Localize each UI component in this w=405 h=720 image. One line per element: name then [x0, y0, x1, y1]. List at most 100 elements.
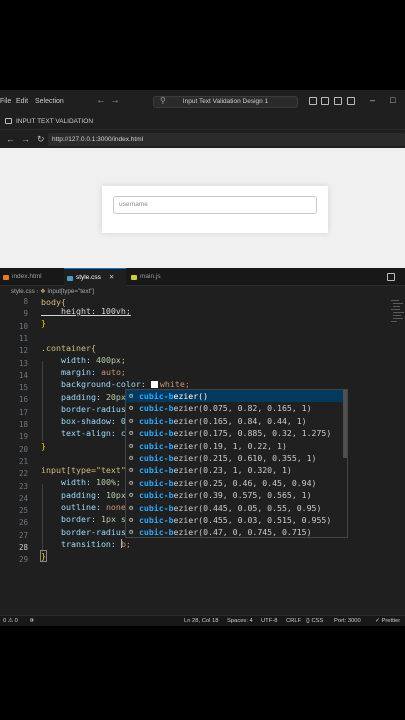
code-value: 1px s: [100, 514, 126, 524]
code-property: padding:: [41, 392, 106, 402]
code-property: text-align: c: [41, 428, 126, 438]
url-field[interactable]: http://127.0.0.1:3000/index.html: [48, 133, 405, 146]
line-number: 23: [18, 481, 28, 491]
suggestion-text: ezier(0.39, 0.575, 0.565, 1): [173, 490, 312, 501]
toggle-secondary-sidebar-icon[interactable]: [334, 97, 342, 105]
line-number: 10: [18, 321, 28, 331]
line-number: 15: [18, 383, 28, 393]
suggestion-item[interactable]: ⚙ cubic-bezier(0.19, 1, 0.22, 1): [126, 440, 347, 452]
line-number: 12: [18, 346, 28, 356]
minimize-icon[interactable]: –: [370, 95, 375, 105]
line-ending[interactable]: CRLF: [286, 616, 301, 626]
search-icon: ⚲: [160, 96, 166, 105]
suggest-widget[interactable]: ⚙ cubic-bezier() ⚙ cubic-bezier(0.075, 0.82…: [125, 389, 348, 538]
page-preview: username: [0, 148, 405, 268]
suggestion-text: ezier(0.445, 0.05, 0.55, 0.95): [173, 502, 322, 513]
breadcrumb-symbol[interactable]: input[type="text"]: [48, 288, 95, 295]
tab-index-html[interactable]: index.html: [0, 268, 60, 286]
code-selector: input[type="text": [41, 465, 126, 475]
tab-style-css[interactable]: style.css ✕: [64, 268, 126, 286]
suggestion-text: ezier(0.165, 0.84, 0.44, 1): [173, 415, 307, 426]
suggestion-item[interactable]: ⚙ cubic-bezier(0.445, 0.05, 0.55, 0.95): [126, 502, 347, 514]
suggestion-kind-icon: ⚙: [129, 516, 134, 524]
html-file-icon: [3, 275, 9, 280]
cursor-position[interactable]: Ln 28, Col 18: [184, 616, 218, 626]
code-line: height: 100vh;: [41, 306, 131, 316]
breadcrumb: style.css › ❖ input[type="text"]: [0, 286, 405, 298]
browser-forward-icon[interactable]: →: [21, 134, 30, 144]
command-center[interactable]: ⚲ Input Text Validation Design 1: [153, 96, 298, 108]
suggestion-kind-icon: ⚙: [129, 503, 134, 512]
address-bar: ← → ↻ http://127.0.0.1:3000/index.html: [0, 129, 405, 148]
close-icon[interactable]: ✕: [109, 274, 114, 281]
suggestion-item[interactable]: ⚙ cubic-bezier(0.175, 0.885, 0.32, 1.275): [126, 427, 347, 439]
suggest-scrollbar[interactable]: [343, 390, 347, 458]
line-number: 22: [18, 469, 28, 479]
code-property: border-radius: [41, 527, 126, 537]
code-property: border:: [41, 514, 101, 524]
suggestion-item[interactable]: ⚙ cubic-bezier(): [126, 390, 347, 403]
indentation[interactable]: Spaces: 4: [227, 616, 253, 626]
prettier-status[interactable]: ✓ Prettier: [375, 616, 400, 626]
username-input[interactable]: username: [113, 196, 317, 214]
code-property: margin:: [41, 367, 101, 377]
suggestion-item[interactable]: ⚙ cubic-bezier(0.23, 1, 0.320, 1): [126, 464, 347, 476]
suggestion-item[interactable]: ⚙ cubic-bezier(0.075, 0.82, 0.165, 1): [126, 402, 347, 414]
tab-label: main.js: [140, 273, 161, 280]
split-editor-icon[interactable]: [387, 273, 395, 281]
encoding[interactable]: UTF-8: [261, 616, 277, 626]
suggestion-text: ezier(0.47, 0, 0.745, 0.715): [173, 527, 312, 538]
code-property: transition:: [41, 539, 121, 549]
suggestion-item[interactable]: ⚙ cubic-bezier(0.25, 0.46, 0.45, 0.94): [126, 477, 347, 489]
back-arrow-icon[interactable]: ←: [96, 95, 106, 106]
suggestion-item[interactable]: ⚙ cubic-bezier(0.39, 0.575, 0.565, 1): [126, 489, 347, 501]
line-number: 24: [18, 493, 28, 503]
reload-icon[interactable]: ↻: [37, 134, 45, 145]
code-value: 20px: [105, 392, 126, 402]
browser-tab[interactable]: INPUT TEXT VALIDATION: [0, 114, 93, 129]
line-number: 16: [18, 395, 28, 405]
forward-arrow-icon[interactable]: →: [110, 95, 120, 106]
code-value: white;: [159, 379, 190, 389]
title-bar: File Edit Selection ← → ⚲ Input Text Val…: [0, 90, 405, 114]
line-number: 18: [18, 420, 28, 429]
code-brace: }: [40, 550, 47, 562]
code-editor[interactable]: 8 9 10 11 12 13 14 15 16 17 18 19 20 21 22 23 24 25 26 27 28…: [0, 298, 405, 616]
language-mode[interactable]: {} CSS: [306, 616, 323, 626]
breadcrumb-file[interactable]: style.css: [11, 288, 35, 295]
code-brace: }: [41, 318, 46, 328]
suggestion-item[interactable]: ⚙ cubic-bezier(0.165, 0.84, 0.44, 1): [126, 415, 347, 427]
line-number: 29: [18, 555, 28, 565]
css-file-icon: [67, 276, 73, 281]
line-number: 26: [18, 518, 28, 528]
suggestion-item[interactable]: ⚙ cubic-bezier(0.455, 0.03, 0.515, 0.955): [126, 514, 347, 526]
browser-tab-label: INPUT TEXT VALIDATION: [16, 118, 94, 125]
minimap[interactable]: [389, 298, 405, 328]
menu-edit[interactable]: Edit: [16, 98, 28, 105]
tab-main-js[interactable]: main.js: [128, 268, 184, 286]
code-property: width:: [41, 477, 96, 487]
suggestion-item[interactable]: ⚙ cubic-bezier(0.215, 0.610, 0.355, 1): [126, 452, 347, 464]
toggle-panel-icon[interactable]: [321, 97, 329, 105]
toggle-sidebar-icon[interactable]: [309, 97, 317, 105]
line-number: 28: [18, 543, 28, 552]
suggestion-item[interactable]: ⚙ cubic-bezier(0.47, 0, 0.745, 0.715): [126, 526, 347, 538]
suggestion-kind-icon: ⚙: [129, 466, 134, 475]
browser-back-icon[interactable]: ←: [6, 134, 15, 144]
code-selector: .container{: [41, 343, 96, 353]
menu-file[interactable]: File: [0, 98, 11, 105]
customize-layout-icon[interactable]: [347, 97, 355, 105]
problems-indicator[interactable]: 0 ⚠ 0: [3, 616, 18, 626]
suggestion-match: cubic-b: [139, 477, 174, 488]
suggestion-text: ezier(0.175, 0.885, 0.32, 1.275): [173, 428, 332, 439]
suggestion-match: cubic-b: [139, 465, 174, 476]
suggestion-kind-icon: ⚙: [129, 416, 134, 425]
color-swatch[interactable]: [150, 381, 158, 388]
maximize-icon[interactable]: □: [390, 95, 395, 105]
suggestion-text: ezier(0.23, 1, 0.320, 1): [173, 465, 292, 476]
live-server-port[interactable]: Port: 3000: [334, 616, 361, 626]
tab-label: style.css: [76, 274, 101, 281]
line-number: 9: [23, 309, 28, 319]
menu-selection[interactable]: Selection: [35, 98, 64, 105]
browser-tab-icon: [5, 118, 12, 124]
